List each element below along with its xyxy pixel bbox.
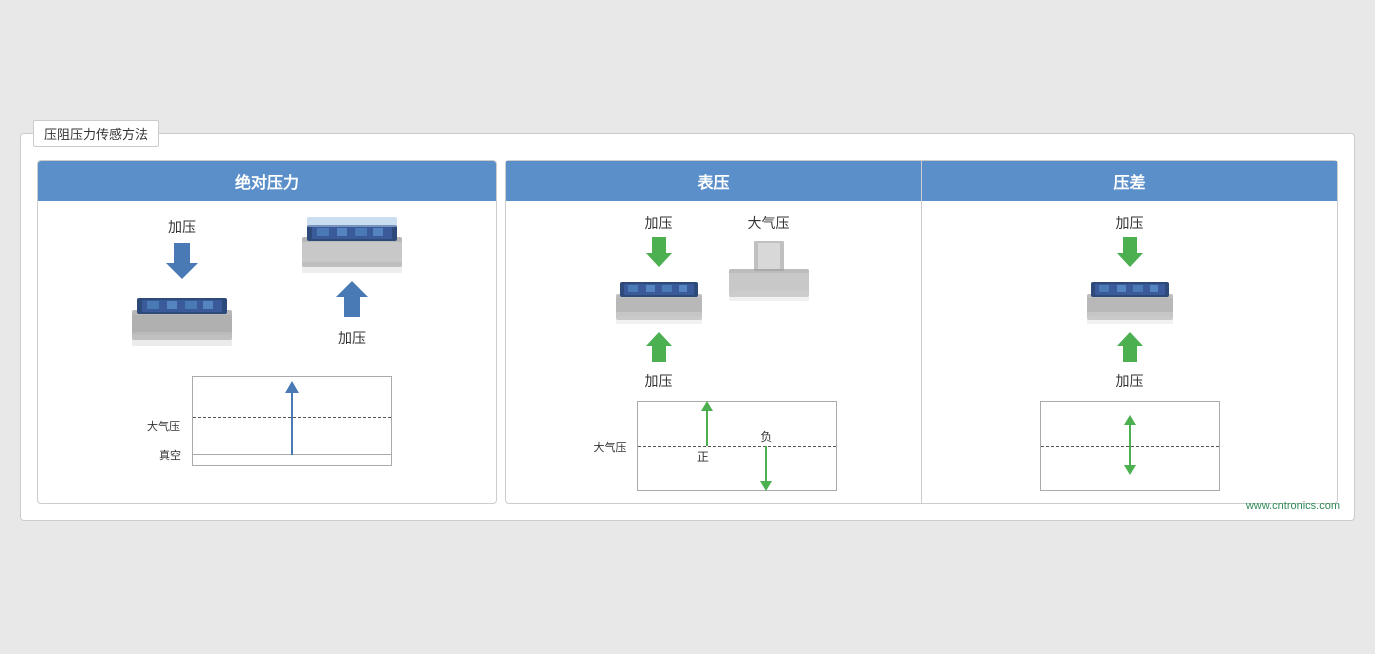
- abs-chart-arrow: [285, 381, 299, 455]
- sensor-device-left: [127, 290, 237, 348]
- abs-label-top-left: 加压: [168, 217, 196, 237]
- panel-gauge-header: 表压: [506, 161, 921, 201]
- gauge-arrow-pos: [701, 401, 713, 446]
- panel-diff-body: 加压: [922, 201, 1337, 503]
- diff-arrow-combo: [1124, 415, 1136, 475]
- gauge-atm-line: 大气压: [638, 446, 836, 447]
- gauge-device-left: 加压: [614, 213, 704, 391]
- gauge-device-right: 大气压: [724, 213, 814, 321]
- diff-chart: [1040, 401, 1220, 491]
- gauge-sensor-right: [724, 241, 814, 321]
- gauge-chart-wrapper: 大气压: [637, 395, 837, 491]
- gauge-arrow-neg-head: [760, 481, 772, 491]
- gauge-arrow-pos-head: [701, 401, 713, 411]
- gauge-arrow-down: [645, 237, 673, 272]
- abs-chart-wrapper: 大气压 真空: [192, 366, 392, 466]
- diff-arrow-up: [1116, 332, 1144, 367]
- abs-vacuum-label: 真空: [159, 447, 181, 463]
- gauge-label-top: 加压: [645, 213, 673, 233]
- diff-chart-wrapper: [1040, 395, 1220, 491]
- gauge-label-bottom: 加压: [645, 371, 673, 391]
- panel-differential: 压差 加压: [922, 161, 1337, 503]
- diff-label-top: 加压: [1116, 213, 1144, 233]
- right-panels-inner: 表压 加压: [506, 161, 1337, 503]
- abs-device-left: 加压: [127, 217, 237, 348]
- gauge-arrow-neg-line: [765, 446, 767, 481]
- abs-device-right: 加压: [297, 217, 407, 348]
- gauge-arrow-pos-line: [706, 411, 708, 446]
- diff-sensor: [1085, 276, 1175, 328]
- gauge-arrow-up: [645, 332, 673, 367]
- panel-absolute: 绝对压力 加压: [37, 160, 497, 504]
- diff-line-top: [1129, 425, 1131, 445]
- gauge-chart: 大气压: [637, 401, 837, 491]
- arrow-down-blue-left: [164, 243, 200, 284]
- page-title: 压阻压力传感方法: [33, 120, 159, 147]
- gauge-devices: 加压: [614, 213, 814, 391]
- gauge-sensor-left: [614, 276, 704, 328]
- panel-absolute-body: 加压: [38, 201, 496, 482]
- gauge-positive-label: 正: [697, 448, 709, 465]
- diff-arrow-head-up: [1124, 415, 1136, 425]
- main-container: 压阻压力传感方法 绝对压力 加压: [20, 133, 1355, 521]
- diff-label-bottom: 加压: [1116, 371, 1144, 391]
- abs-atm-label: 大气压: [147, 418, 180, 434]
- diff-arrow-head-down: [1124, 465, 1136, 475]
- main-content: 绝对压力 加压: [37, 160, 1338, 504]
- panel-absolute-header: 绝对压力: [38, 161, 496, 201]
- abs-label-bottom-right: 加压: [338, 328, 366, 348]
- abs-chart: 大气压 真空: [192, 376, 392, 466]
- abs-devices: 加压: [127, 217, 407, 348]
- panel-gauge: 表压 加压: [506, 161, 922, 503]
- diff-arrow-down: [1116, 237, 1144, 272]
- abs-arrow-head: [285, 381, 299, 393]
- gauge-arrow-neg: [760, 446, 772, 491]
- arrow-up-blue-right: [334, 281, 370, 322]
- abs-arrow-line: [291, 393, 293, 455]
- panel-gauge-body: 加压: [506, 201, 921, 503]
- panel-diff-header: 压差: [922, 161, 1337, 201]
- watermark: www.cntronics.com: [1246, 500, 1340, 512]
- sensor-device-right: [297, 217, 407, 275]
- panel-right-wrapper: 表压 加压: [505, 160, 1338, 504]
- diff-line-bottom: [1129, 445, 1131, 465]
- gauge-negative-label: 负: [760, 428, 772, 445]
- diff-device: 加压: [1085, 213, 1175, 391]
- gauge-atm-label: 大气压: [594, 439, 627, 455]
- gauge-label-atm-side: 大气压: [748, 213, 790, 233]
